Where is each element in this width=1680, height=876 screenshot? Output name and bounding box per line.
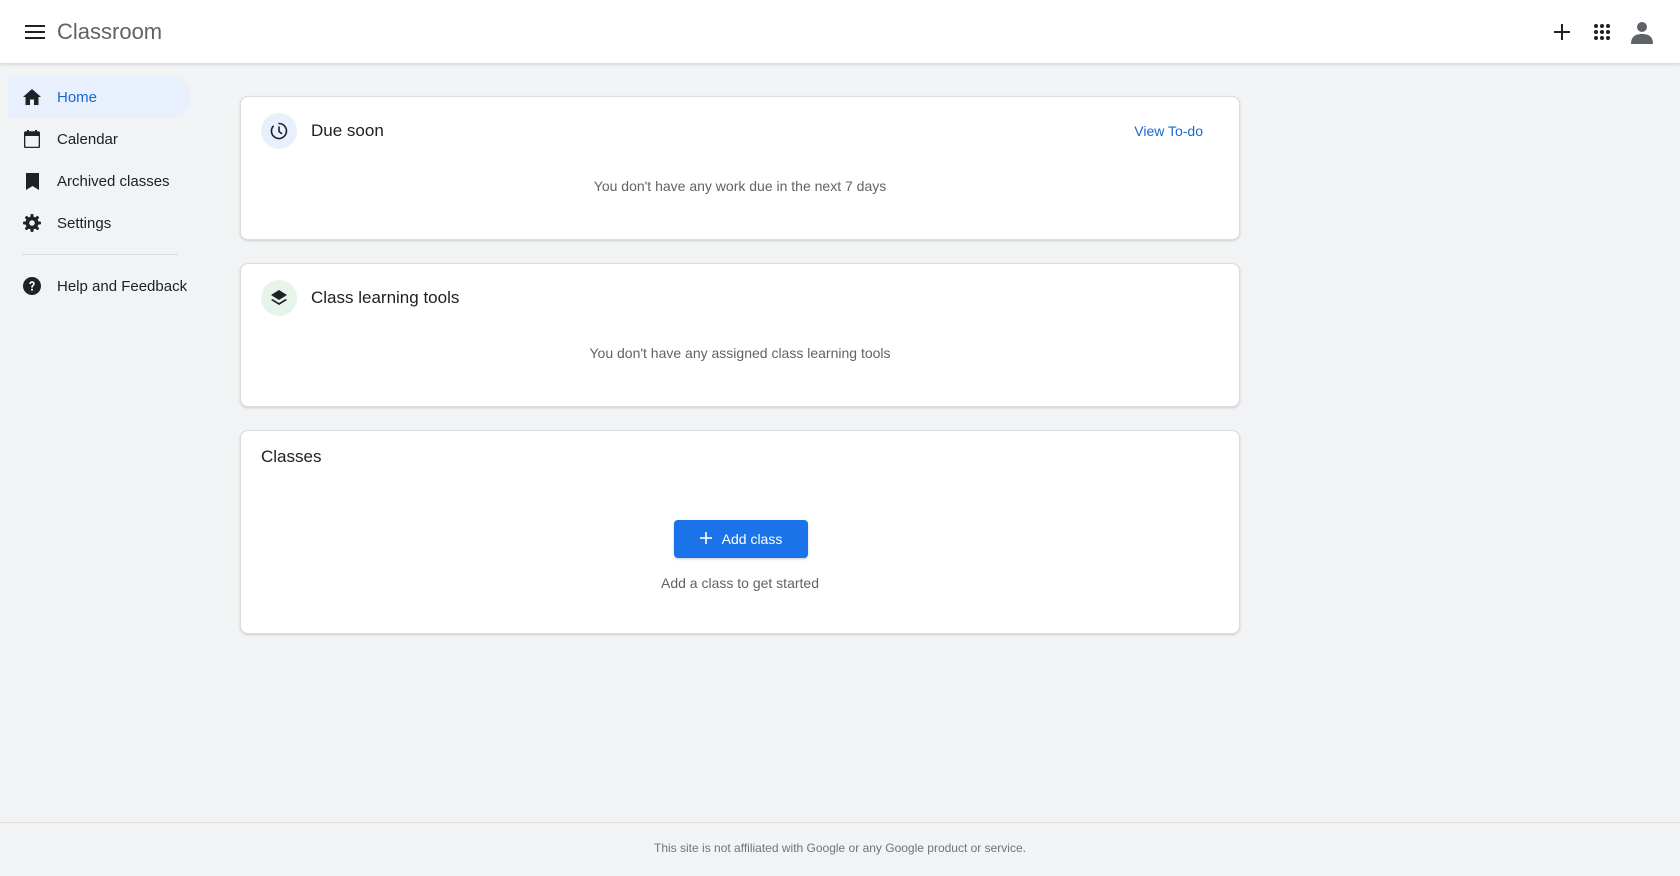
footer: This site is not affiliated with Google … bbox=[0, 822, 1680, 876]
sidebar-item-label: Settings bbox=[57, 214, 112, 232]
sidebar-item-home[interactable]: Home bbox=[8, 76, 191, 118]
classes-title: Classes bbox=[261, 447, 322, 466]
calendar-icon bbox=[23, 130, 41, 148]
sidebar-item-label: Archived classes bbox=[57, 172, 170, 190]
gear-icon bbox=[23, 214, 41, 232]
top-app-bar: Classroom bbox=[0, 0, 1680, 64]
apps-grid-icon[interactable] bbox=[1582, 8, 1622, 56]
due-soon-title: Due soon bbox=[311, 121, 384, 140]
plus-icon[interactable] bbox=[1542, 8, 1582, 56]
classes-card: Classes Add class Add a class to get sta… bbox=[240, 430, 1240, 634]
footer-disclaimer: This site is not affiliated with Google … bbox=[654, 841, 1026, 855]
sidebar-item-help-and-feedback[interactable]: Help and Feedback bbox=[8, 265, 191, 307]
add-class-hint: Add a class to get started bbox=[661, 575, 819, 591]
sidebar-item-label: Calendar bbox=[57, 130, 118, 148]
sidebar-nav: Home Calendar Archived classes Settings … bbox=[0, 64, 200, 307]
bookmark-icon bbox=[23, 172, 41, 190]
add-class-button[interactable]: Add class bbox=[674, 520, 808, 558]
app-title[interactable]: Classroom bbox=[57, 19, 162, 45]
plus-icon bbox=[699, 531, 712, 547]
due-soon-card: Due soon View To-do You don't have any w… bbox=[240, 96, 1240, 240]
due-soon-empty-message: You don't have any work due in the next … bbox=[593, 178, 887, 194]
main-content: Due soon View To-do You don't have any w… bbox=[240, 96, 1240, 657]
learning-tools-title: Class learning tools bbox=[311, 288, 460, 307]
add-class-label: Add class bbox=[721, 531, 783, 547]
help-icon bbox=[23, 277, 41, 295]
hamburger-menu-icon[interactable] bbox=[11, 8, 59, 56]
sidebar-divider bbox=[22, 254, 178, 255]
class-learning-tools-card: Class learning tools You don't have any … bbox=[240, 263, 1240, 407]
learning-tools-empty-message: You don't have any assigned class learni… bbox=[589, 345, 891, 361]
sidebar-item-archived-classes[interactable]: Archived classes bbox=[8, 160, 191, 202]
sidebar-item-settings[interactable]: Settings bbox=[8, 202, 191, 244]
view-to-do-link[interactable]: View To-do bbox=[1134, 123, 1203, 139]
due-soon-header: Due soon bbox=[241, 97, 1239, 165]
top-actions bbox=[1542, 8, 1662, 56]
learning-tools-header: Class learning tools bbox=[241, 264, 1239, 332]
home-icon bbox=[23, 88, 41, 106]
sidebar-item-label: Help and Feedback bbox=[57, 277, 188, 295]
sidebar-item-calendar[interactable]: Calendar bbox=[8, 118, 191, 160]
sidebar-item-label: Home bbox=[57, 88, 98, 106]
clock-icon bbox=[261, 113, 297, 149]
layers-icon bbox=[261, 280, 297, 316]
account-icon[interactable] bbox=[1622, 8, 1662, 56]
